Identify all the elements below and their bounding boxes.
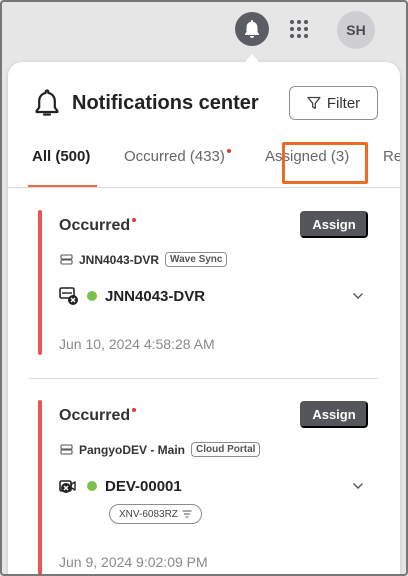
tab-label: Assigned (3) <box>265 148 350 165</box>
assign-button[interactable]: Assign <box>300 401 368 428</box>
camera-error-icon <box>59 480 76 493</box>
apps-grid-icon[interactable] <box>289 19 309 39</box>
device-name: JNN4043-DVR <box>105 287 206 305</box>
filter-icon <box>307 96 321 109</box>
panel-header: Notifications center Filter <box>8 62 400 142</box>
chevron-down-icon[interactable] <box>352 482 364 490</box>
source-tag: Cloud Portal <box>191 442 261 457</box>
recorder-error-icon <box>59 287 78 305</box>
source-name: JNN4043-DVR <box>79 252 160 267</box>
source-name: PangyoDEV - Main <box>79 442 186 457</box>
notification-timestamp: Jun 9, 2024 9:02:09 PM <box>59 554 208 570</box>
top-bar: SH <box>0 0 408 63</box>
notification-tabs: All (500) Occurred (433) Assigned (3) Re <box>8 142 400 188</box>
online-status-dot <box>87 481 97 491</box>
online-status-dot <box>87 291 97 301</box>
server-icon <box>60 254 73 265</box>
unread-dot <box>132 218 137 222</box>
unread-dot <box>132 408 137 412</box>
tab-resolved[interactable]: Re <box>383 148 400 165</box>
device-row: DEV-00001 <box>59 476 182 496</box>
notification-card[interactable]: Occurred Assign PangyoDEV - Main Cloud P… <box>8 378 400 576</box>
notification-card[interactable]: Occurred Assign JNN4043-DVR Wave Sync JN… <box>8 188 400 378</box>
source-row: PangyoDEV - Main Cloud Portal <box>60 442 261 457</box>
unread-dot <box>226 149 231 153</box>
status-bar <box>38 210 42 355</box>
popover-caret <box>244 54 260 63</box>
panel-title: Notifications center <box>72 92 259 114</box>
notification-status: Occurred <box>59 217 137 235</box>
assign-button[interactable]: Assign <box>300 211 368 238</box>
tab-label: Occurred (433) <box>124 148 225 165</box>
bell-icon <box>35 89 59 116</box>
model-tag[interactable]: XNV-6083RZ <box>109 504 202 524</box>
tab-all[interactable]: All (500) <box>32 148 90 165</box>
notifications-bell-button[interactable] <box>235 12 269 46</box>
filter-lines-icon <box>182 510 192 518</box>
tab-occurred[interactable]: Occurred (433) <box>124 148 231 165</box>
source-row: JNN4043-DVR Wave Sync <box>60 252 228 267</box>
filter-label: Filter <box>326 94 361 112</box>
source-tag: Wave Sync <box>165 252 228 267</box>
tab-label: Re <box>383 148 400 165</box>
notification-status: Occurred <box>59 407 137 425</box>
filter-button[interactable]: Filter <box>289 86 378 120</box>
bell-icon <box>245 20 259 38</box>
user-avatar[interactable]: SH <box>337 11 375 49</box>
status-bar <box>38 400 42 576</box>
notifications-panel: Notifications center Filter All (500) Oc… <box>8 62 400 576</box>
tab-assigned[interactable]: Assigned (3) <box>265 148 349 165</box>
chevron-down-icon[interactable] <box>352 292 364 300</box>
device-name: DEV-00001 <box>105 477 182 495</box>
tab-label: All (500) <box>32 148 91 165</box>
notification-timestamp: Jun 10, 2024 4:58:28 AM <box>59 336 215 352</box>
device-row: JNN4043-DVR <box>59 286 205 306</box>
server-icon <box>60 444 73 455</box>
model-name: XNV-6083RZ <box>119 508 178 520</box>
